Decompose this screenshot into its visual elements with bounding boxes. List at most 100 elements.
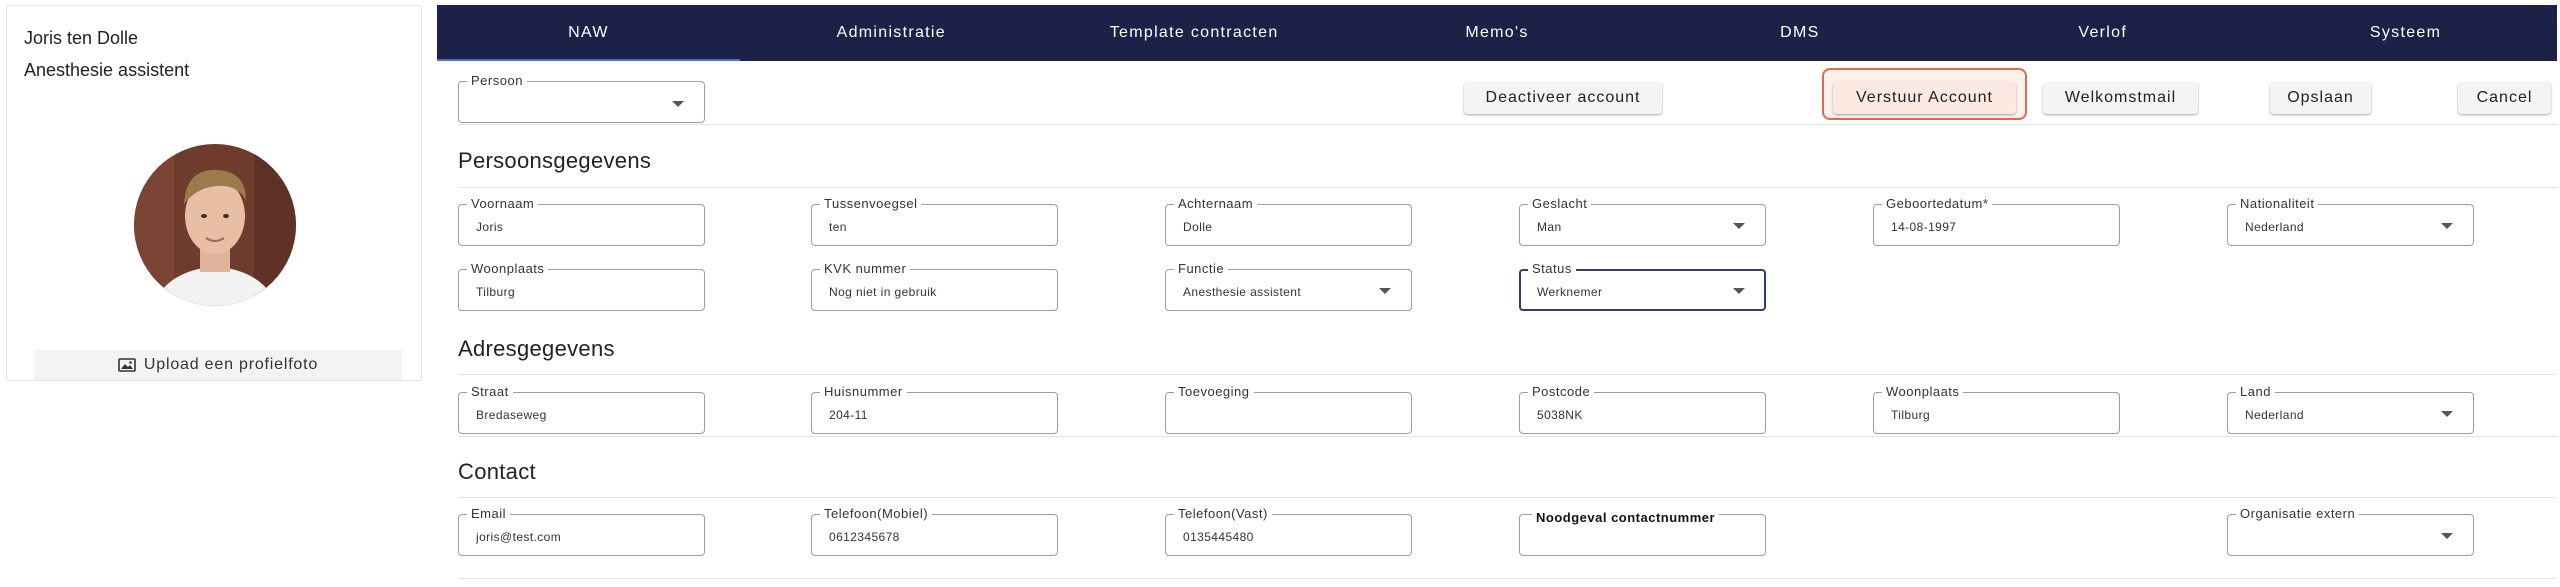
upload-photo-button[interactable]: Upload een profielfoto xyxy=(34,350,402,380)
field-value: Anesthesie assistent xyxy=(1183,285,1302,299)
tab-label: Template contracten xyxy=(1109,24,1279,41)
organisatie-extern-select[interactable]: Organisatie extern xyxy=(2227,506,2474,556)
kvk-nummer-field[interactable]: KVK nummer Nog niet in gebruik xyxy=(811,261,1058,311)
persoon-select[interactable]: Persoon xyxy=(458,73,705,123)
status-select[interactable]: Status Werknemer xyxy=(1519,261,1766,311)
huisnummer-field[interactable]: Huisnummer 204-11 xyxy=(811,384,1058,434)
caret-down-icon xyxy=(2441,223,2453,229)
tab-label: Memo's xyxy=(1465,24,1529,41)
upload-photo-label: Upload een profielfoto xyxy=(143,356,319,373)
field-value: 14-08-1997 xyxy=(1891,220,1957,234)
image-icon xyxy=(118,358,136,372)
persoon-label: Persoon xyxy=(467,73,527,89)
telefoon-mobiel-field[interactable]: Telefoon(Mobiel) 0612345678 xyxy=(811,506,1058,556)
divider xyxy=(458,497,2556,498)
field-label: Tussenvoegsel xyxy=(820,196,922,212)
divider xyxy=(458,436,2556,437)
caret-down-icon xyxy=(1733,223,1745,229)
tab-template-contracten[interactable]: Template contracten xyxy=(1043,5,1346,61)
tab-verlof[interactable]: Verlof xyxy=(1951,5,2254,61)
field-value: 0135445480 xyxy=(1183,530,1254,544)
address-woonplaats-field[interactable]: Woonplaats Tilburg xyxy=(1873,384,2120,434)
field-value: Man xyxy=(1537,220,1562,234)
field-value: ten xyxy=(829,220,847,234)
divider xyxy=(458,187,2556,188)
deactivate-account-button[interactable]: Deactiveer account xyxy=(1464,82,1662,114)
tab-memos[interactable]: Memo's xyxy=(1346,5,1649,61)
achternaam-field[interactable]: Achternaam Dolle xyxy=(1165,196,1412,246)
field-label: Voornaam xyxy=(467,196,539,212)
section-title-persoonsgegevens: Persoonsgegevens xyxy=(458,148,652,173)
woonplaats-field[interactable]: Woonplaats Tilburg xyxy=(458,261,705,311)
tab-label: NAW xyxy=(568,24,609,41)
tab-label: Administratie xyxy=(836,24,946,41)
section-title-adresgegevens: Adresgegevens xyxy=(458,336,615,361)
field-value: Joris xyxy=(476,220,504,234)
tab-label: Systeem xyxy=(2369,24,2442,41)
send-account-button[interactable]: Verstuur Account xyxy=(1833,82,2016,114)
field-value: joris@test.com xyxy=(476,530,562,544)
functie-select[interactable]: Functie Anesthesie assistent xyxy=(1165,261,1412,311)
field-label: Geslacht xyxy=(1528,196,1592,212)
profile-role: Anesthesie assistent xyxy=(24,60,190,80)
field-label: Organisatie extern xyxy=(2236,506,2360,522)
section-title-contact: Contact xyxy=(458,459,536,484)
geslacht-select[interactable]: Geslacht Man xyxy=(1519,196,1766,246)
field-label: Telefoon(Vast) xyxy=(1174,506,1272,522)
field-value: Nederland xyxy=(2245,408,2304,422)
avatar xyxy=(134,144,296,306)
field-label: Woonplaats xyxy=(1882,384,1964,400)
field-value: 204-11 xyxy=(829,408,868,422)
tussenvoegsel-field[interactable]: Tussenvoegsel ten xyxy=(811,196,1058,246)
field-label: KVK nummer xyxy=(820,261,911,277)
tab-label: DMS xyxy=(1780,24,1820,41)
field-label: Noodgeval contactnummer xyxy=(1532,510,1720,526)
divider xyxy=(458,124,2556,125)
welcome-mail-button[interactable]: Welkomstmail xyxy=(2043,82,2198,114)
divider xyxy=(458,578,2556,579)
tab-bar: NAW Administratie Template contracten Me… xyxy=(437,5,2557,61)
field-value: 0612345678 xyxy=(829,530,900,544)
field-label: Nationaliteit xyxy=(2236,196,2319,212)
field-label: Email xyxy=(467,506,511,522)
caret-down-icon xyxy=(2441,533,2453,539)
field-label: Huisnummer xyxy=(820,384,907,400)
noodgeval-contactnummer-field[interactable]: Noodgeval contactnummer xyxy=(1519,510,1766,556)
field-label: Postcode xyxy=(1528,384,1595,400)
caret-down-icon xyxy=(1379,288,1391,294)
field-label: Functie xyxy=(1174,261,1229,277)
tab-dms[interactable]: DMS xyxy=(1648,5,1951,61)
profile-card: Joris ten Dolle Anesthesie assistent Upl… xyxy=(6,5,422,381)
field-label: Telefoon(Mobiel) xyxy=(820,506,933,522)
field-label: Land xyxy=(2236,384,2275,400)
telefoon-vast-field[interactable]: Telefoon(Vast) 0135445480 xyxy=(1165,506,1412,556)
field-value: Nederland xyxy=(2245,220,2304,234)
email-field[interactable]: Email joris@test.com xyxy=(458,506,705,556)
field-value: Tilburg xyxy=(1891,408,1931,422)
land-select[interactable]: Land Nederland xyxy=(2227,384,2474,434)
postcode-field[interactable]: Postcode 5038NK xyxy=(1519,384,1766,434)
cancel-button[interactable]: Cancel xyxy=(2458,82,2551,114)
caret-down-icon xyxy=(2441,411,2453,417)
tab-administratie[interactable]: Administratie xyxy=(740,5,1043,61)
field-label: Straat xyxy=(467,384,513,400)
caret-down-icon xyxy=(672,101,684,107)
toevoeging-field[interactable]: Toevoeging xyxy=(1165,384,1412,434)
field-label: Geboortedatum* xyxy=(1882,196,1993,212)
nationaliteit-select[interactable]: Nationaliteit Nederland xyxy=(2227,196,2474,246)
profile-name: Joris ten Dolle xyxy=(24,28,139,48)
voornaam-field[interactable]: Voornaam Joris xyxy=(458,196,705,246)
field-label: Toevoeging xyxy=(1174,384,1254,400)
tab-label: Verlof xyxy=(2078,24,2128,41)
divider xyxy=(458,374,2556,375)
caret-down-icon xyxy=(1733,288,1745,294)
field-value: Bredaseweg xyxy=(476,408,547,422)
field-value: Nog niet in gebruik xyxy=(829,285,937,299)
straat-field[interactable]: Straat Bredaseweg xyxy=(458,384,705,434)
save-button[interactable]: Opslaan xyxy=(2270,82,2371,114)
geboortedatum-field[interactable]: Geboortedatum* 14-08-1997 xyxy=(1873,196,2120,246)
tab-systeem[interactable]: Systeem xyxy=(2254,5,2557,61)
field-label: Woonplaats xyxy=(467,261,549,277)
tab-naw[interactable]: NAW xyxy=(437,5,740,61)
field-value: 5038NK xyxy=(1537,408,1583,422)
